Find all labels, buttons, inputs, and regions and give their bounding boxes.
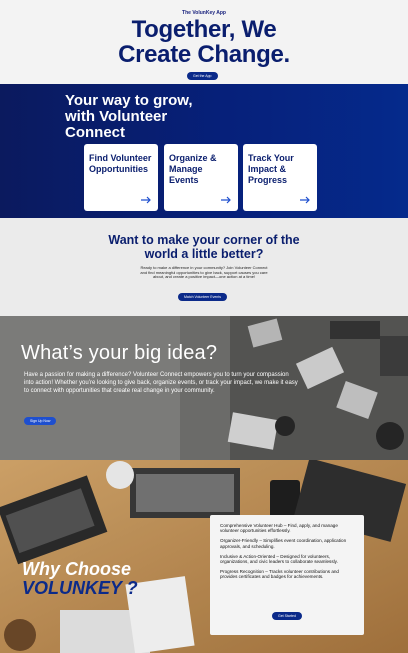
card-title: Track Your Impact & Progress xyxy=(248,153,294,185)
better-section: Want to make your corner of the world a … xyxy=(0,218,408,316)
arrow-right-icon[interactable] xyxy=(140,195,152,205)
grow-section: Your way to grow, with Volunteer Connect… xyxy=(0,84,408,218)
feature-item: Comprehensive Volunteer Hub – Find, appl… xyxy=(220,523,338,534)
features-panel: Comprehensive Volunteer Hub – Find, appl… xyxy=(210,515,364,635)
card-track-impact[interactable]: Track Your Impact & Progress xyxy=(243,144,317,211)
idea-headline: What’s your big idea? xyxy=(21,342,218,364)
why-title: Why Choose VOLUNKEY ? xyxy=(22,560,138,598)
idea-section: What’s your big idea? Have a passion for… xyxy=(0,316,408,460)
card-organize-events[interactable]: Organize & Manage Events xyxy=(164,144,238,211)
feature-item: Progress Recognition – Tracks volunteer … xyxy=(220,568,339,580)
why-title-line2: VOLUNKEY ? xyxy=(22,578,138,598)
better-body: Ready to make a difference in your commu… xyxy=(140,265,268,280)
better-headline-text: Want to make your corner of the world a … xyxy=(108,233,300,261)
match-events-button[interactable]: Match Volunteer Events xyxy=(178,293,227,301)
hero-headline: Together, We Create Change. xyxy=(0,17,408,67)
hero-section: The VolunKey App Together, We Create Cha… xyxy=(0,0,408,84)
idea-body: Have a passion for making a difference? … xyxy=(24,372,298,394)
arrow-right-icon[interactable] xyxy=(299,195,311,205)
why-title-line1: Why Choose xyxy=(22,559,132,579)
feature-item: Organizer-Friendly – Simplifies event co… xyxy=(220,538,347,549)
arrow-right-icon[interactable] xyxy=(220,195,232,205)
better-headline: Want to make your corner of the world a … xyxy=(0,233,408,261)
why-section: Why Choose VOLUNKEY ? Comprehensive Volu… xyxy=(0,460,408,653)
card-title: Find Volunteer Opportunities xyxy=(89,153,152,174)
sign-up-button[interactable]: Sign Up Now xyxy=(24,417,57,425)
hero-headline-text: Together, We Create Change. xyxy=(118,16,290,68)
get-app-button[interactable]: Get the App xyxy=(187,72,218,80)
card-title: Organize & Manage Events xyxy=(169,153,217,185)
feature-item: Inclusive & Action-Oriented – Designed f… xyxy=(220,553,338,565)
grow-headline: Your way to grow, with Volunteer Connect xyxy=(65,92,193,141)
card-find-opportunities[interactable]: Find Volunteer Opportunities xyxy=(84,144,158,211)
get-started-button[interactable]: Get Started xyxy=(272,612,302,620)
